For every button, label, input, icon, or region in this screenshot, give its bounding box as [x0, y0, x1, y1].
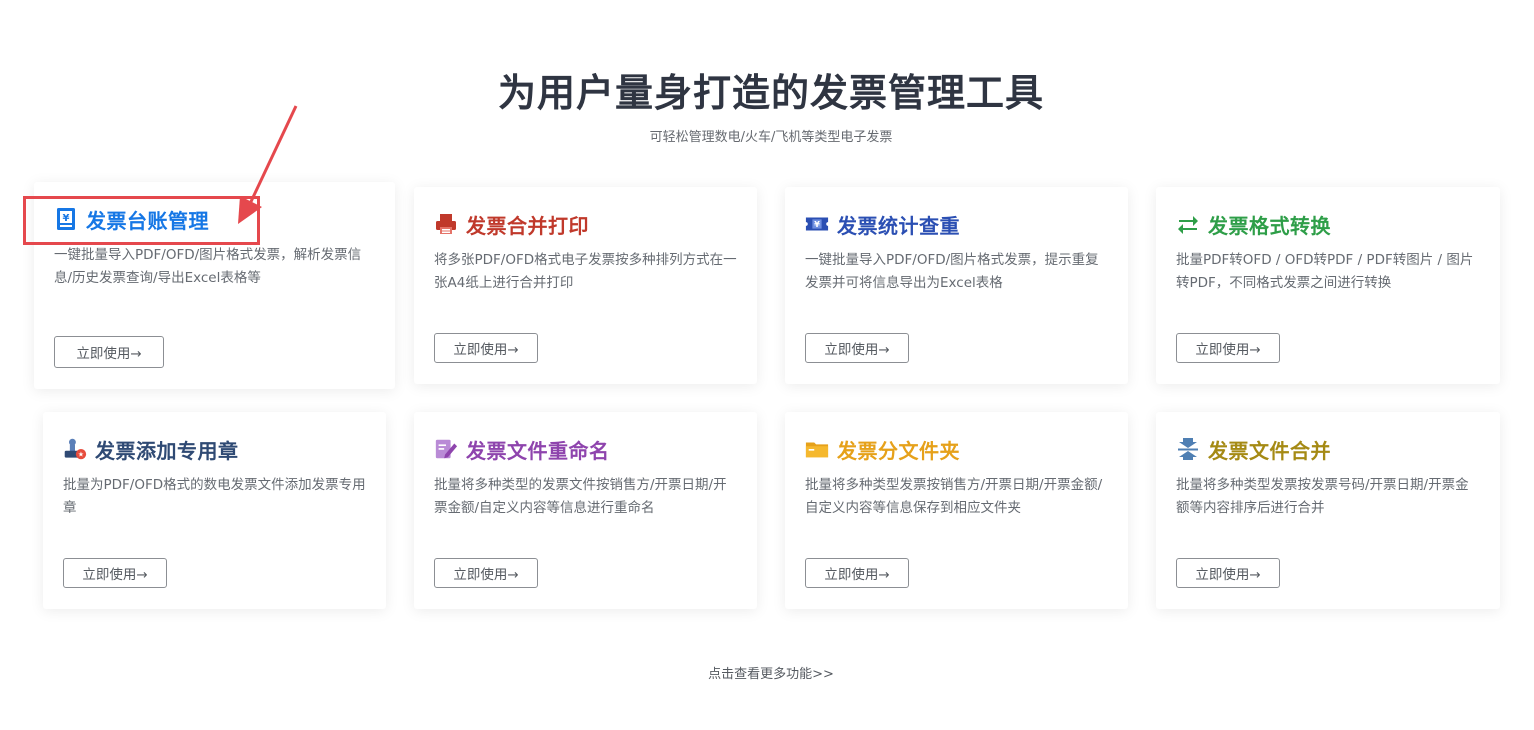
feature-card-merge-print: 发票合并打印 将多张PDF/OFD格式电子发票按多种排列方式在一张A4纸上进行合…	[414, 187, 757, 384]
feature-card-stats: ¥ 发票统计查重 一键批量导入PDF/OFD/图片格式发票，提示重复发票并可将信…	[785, 187, 1128, 384]
card-description: 批量将多种类型的发票文件按销售方/开票日期/开票金额/自定义内容等信息进行重命名	[434, 477, 727, 516]
card-title: 发票文件重命名	[466, 438, 610, 463]
card-title: 发票合并打印	[466, 213, 589, 238]
card-header: 发票格式转换	[1176, 209, 1331, 239]
feature-card-stamp: ★ 发票添加专用章 批量为PDF/OFD格式的数电发票文件添加发票专用章 立即使…	[43, 412, 386, 609]
use-now-button[interactable]: 立即使用→	[805, 558, 909, 588]
use-now-button[interactable]: 立即使用→	[1176, 558, 1280, 588]
edit-document-icon	[434, 437, 458, 461]
card-header: ★ 发票添加专用章	[63, 434, 239, 464]
use-now-button[interactable]: 立即使用→	[1176, 333, 1280, 363]
card-header: 发票合并打印	[434, 209, 589, 239]
card-description: 批量将多种类型发票按销售方/开票日期/开票金额/自定义内容等信息保存到相应文件夹	[805, 477, 1103, 516]
card-header: ¥ 发票统计查重	[805, 209, 960, 239]
use-now-button[interactable]: 立即使用→	[434, 333, 538, 363]
card-description: 批量为PDF/OFD格式的数电发票文件添加发票专用章	[63, 477, 366, 516]
card-title: 发票格式转换	[1208, 213, 1331, 238]
yen-ticket-icon: ¥	[805, 212, 829, 236]
svg-text:¥: ¥	[63, 213, 70, 224]
card-description: 一键批量导入PDF/OFD/图片格式发票，提示重复发票并可将信息导出为Excel…	[805, 252, 1099, 291]
use-now-button[interactable]: 立即使用→	[54, 336, 164, 368]
card-description: 将多张PDF/OFD格式电子发票按多种排列方式在一张A4纸上进行合并打印	[434, 252, 737, 291]
svg-text:★: ★	[78, 451, 84, 459]
card-header: 发票文件重命名	[434, 434, 610, 464]
feature-card-file-merge: 发票文件合并 批量将多种类型发票按发票号码/开票日期/开票金额等内容排序后进行合…	[1156, 412, 1500, 609]
page-title: 为用户量身打造的发票管理工具	[497, 71, 1044, 115]
ledger-icon: ¥	[54, 207, 78, 231]
feature-card-rename: 发票文件重命名 批量将多种类型的发票文件按销售方/开票日期/开票金额/自定义内容…	[414, 412, 757, 609]
card-description: 一键批量导入PDF/OFD/图片格式发票，解析发票信息/历史发票查询/导出Exc…	[54, 247, 362, 286]
use-now-button[interactable]: 立即使用→	[434, 558, 538, 588]
card-title: 发票分文件夹	[837, 438, 960, 463]
page-subtitle: 可轻松管理数电/火车/飞机等类型电子发票	[649, 130, 893, 145]
stamp-icon: ★	[63, 437, 87, 461]
card-title: 发票文件合并	[1208, 438, 1331, 463]
card-title: 发票统计查重	[837, 213, 960, 238]
feature-card-folder: 发票分文件夹 批量将多种类型发票按销售方/开票日期/开票金额/自定义内容等信息保…	[785, 412, 1128, 609]
folder-icon	[805, 437, 829, 461]
card-header: ¥ 发票台账管理	[54, 204, 209, 234]
feature-card-convert: 发票格式转换 批量PDF转OFD / OFD转PDF / PDF转图片 / 图片…	[1156, 187, 1500, 384]
card-description: 批量PDF转OFD / OFD转PDF / PDF转图片 / 图片转PDF，不同…	[1176, 252, 1474, 291]
svg-text:¥: ¥	[814, 219, 820, 229]
card-title: 发票台账管理	[86, 208, 209, 233]
use-now-button[interactable]: 立即使用→	[63, 558, 167, 588]
more-features-link[interactable]: 点击查看更多功能>>	[0, 663, 1534, 682]
printer-icon	[434, 212, 458, 236]
card-header: 发票文件合并	[1176, 434, 1331, 464]
use-now-button[interactable]: 立即使用→	[805, 333, 909, 363]
feature-card-ledger: ¥ 发票台账管理 一键批量导入PDF/OFD/图片格式发票，解析发票信息/历史发…	[34, 182, 395, 389]
merge-icon	[1176, 437, 1200, 461]
card-description: 批量将多种类型发票按发票号码/开票日期/开票金额等内容排序后进行合并	[1176, 477, 1469, 516]
card-header: 发票分文件夹	[805, 434, 960, 464]
card-title: 发票添加专用章	[95, 438, 239, 463]
swap-arrows-icon	[1176, 212, 1200, 236]
